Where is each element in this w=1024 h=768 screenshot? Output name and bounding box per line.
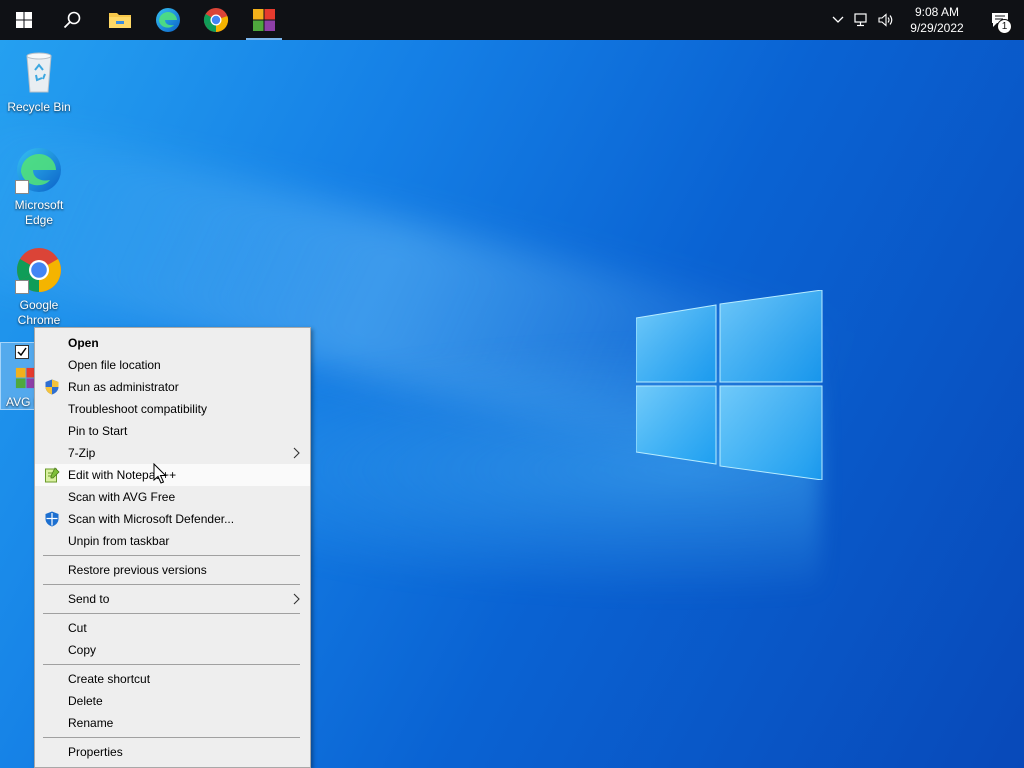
search-button[interactable] (48, 0, 96, 40)
chrome-taskbar-button[interactable] (192, 0, 240, 40)
menu-item-label: Scan with Microsoft Defender... (68, 512, 235, 526)
menu-separator (43, 664, 300, 665)
file-explorer-button[interactable] (96, 0, 144, 40)
menu-item-restore-previous-versions[interactable]: Restore previous versions (35, 559, 310, 581)
menu-item-unpin-from-taskbar[interactable]: Unpin from taskbar (35, 530, 310, 552)
edge-taskbar-button[interactable] (144, 0, 192, 40)
action-center-button[interactable]: 1 (976, 0, 1024, 40)
show-hidden-icons-button[interactable] (826, 0, 850, 40)
menu-separator (43, 737, 300, 738)
desktop-icon-avg[interactable]: AVG I (0, 342, 38, 410)
menu-item-scan-with-avg[interactable]: Scan with AVG Free (35, 486, 310, 508)
desktop-icon-label: Google Chrome (17, 298, 61, 327)
menu-item-run-as-administrator[interactable]: Run as administrator (35, 376, 310, 398)
menu-item-rename[interactable]: Rename (35, 712, 310, 734)
file-explorer-icon (109, 13, 131, 28)
menu-item-pin-to-start[interactable]: Pin to Start (35, 420, 310, 442)
start-icon (16, 12, 32, 28)
menu-item-label: Create shortcut (68, 672, 151, 686)
menu-item-label: Rename (68, 716, 114, 730)
menu-item-label: Run as administrator (68, 380, 179, 394)
menu-item-label: Cut (68, 621, 87, 635)
volume-button[interactable] (874, 0, 898, 40)
shortcut-arrow-icon (15, 180, 29, 194)
avg-icon (253, 9, 275, 31)
checkbox-checked-icon[interactable] (15, 345, 29, 359)
menu-item-properties[interactable]: Properties (35, 741, 310, 763)
menu-separator (43, 555, 300, 556)
menu-item-cut[interactable]: Cut (35, 617, 310, 639)
chevron-right-icon (293, 593, 300, 605)
menu-item-label: 7-Zip (68, 446, 96, 460)
menu-item-label: Properties (68, 745, 123, 759)
volume-icon (878, 13, 893, 27)
clock[interactable]: 9:08 AM 9/29/2022 (898, 4, 976, 36)
menu-item-label: Restore previous versions (68, 563, 207, 577)
edge-icon (156, 8, 180, 32)
desktop-icon-label: Recycle Bin (7, 100, 71, 114)
clock-time: 9:08 AM (914, 5, 960, 19)
menu-item-label: Troubleshoot compatibility (68, 402, 207, 416)
menu-item-send-to[interactable]: Send to (35, 588, 310, 610)
desktop-icon-microsoft-edge[interactable]: Microsoft Edge (1, 146, 77, 228)
menu-item-open[interactable]: Open (35, 332, 310, 354)
menu-item-label: Copy (68, 643, 97, 657)
desktop-icon-label: AVG I (6, 395, 38, 409)
search-icon (63, 11, 81, 29)
network-icon (854, 13, 867, 27)
chrome-icon (203, 8, 229, 33)
defender-icon (45, 511, 59, 527)
windows-logo-wallpaper (636, 290, 823, 480)
network-button[interactable] (850, 0, 874, 40)
context-menu: Open Open file location Run as administr… (34, 327, 311, 768)
shortcut-arrow-icon (15, 280, 29, 294)
menu-item-label: Send to (68, 592, 110, 606)
menu-item-open-file-location[interactable]: Open file location (35, 354, 310, 376)
menu-item-label: Pin to Start (68, 424, 128, 438)
menu-item-label: Open (68, 336, 99, 350)
clock-date: 9/29/2022 (910, 21, 964, 35)
chevron-right-icon (293, 447, 300, 459)
menu-item-7zip[interactable]: 7-Zip (35, 442, 310, 464)
menu-item-label: Scan with AVG Free (68, 490, 176, 504)
menu-separator (43, 584, 300, 585)
desktop-icon-label: Microsoft Edge (14, 198, 64, 227)
menu-item-troubleshoot-compatibility[interactable]: Troubleshoot compatibility (35, 398, 310, 420)
menu-item-edit-with-notepadpp[interactable]: Edit with Notepad++ (35, 464, 310, 486)
menu-item-label: Open file location (68, 358, 161, 372)
notification-count-badge: 1 (997, 19, 1012, 34)
system-tray: 9:08 AM 9/29/2022 1 (826, 0, 1024, 40)
menu-item-label: Delete (68, 694, 103, 708)
menu-item-copy[interactable]: Copy (35, 639, 310, 661)
start-button[interactable] (0, 0, 48, 40)
recycle-bin-icon (26, 52, 52, 93)
notepadpp-icon (45, 467, 60, 483)
menu-item-create-shortcut[interactable]: Create shortcut (35, 668, 310, 690)
desktop-icon-recycle-bin[interactable]: Recycle Bin (1, 48, 77, 115)
chevron-up-icon (832, 16, 844, 23)
uac-shield-icon (45, 379, 59, 395)
menu-item-delete[interactable]: Delete (35, 690, 310, 712)
menu-item-label: Unpin from taskbar (68, 534, 170, 548)
desktop-icon-google-chrome[interactable]: Google Chrome (1, 246, 77, 328)
menu-item-scan-with-defender[interactable]: Scan with Microsoft Defender... (35, 508, 310, 530)
mouse-cursor-icon (153, 463, 167, 484)
avg-taskbar-button[interactable] (240, 0, 288, 40)
menu-separator (43, 613, 300, 614)
taskbar: 9:08 AM 9/29/2022 1 (0, 0, 1024, 40)
